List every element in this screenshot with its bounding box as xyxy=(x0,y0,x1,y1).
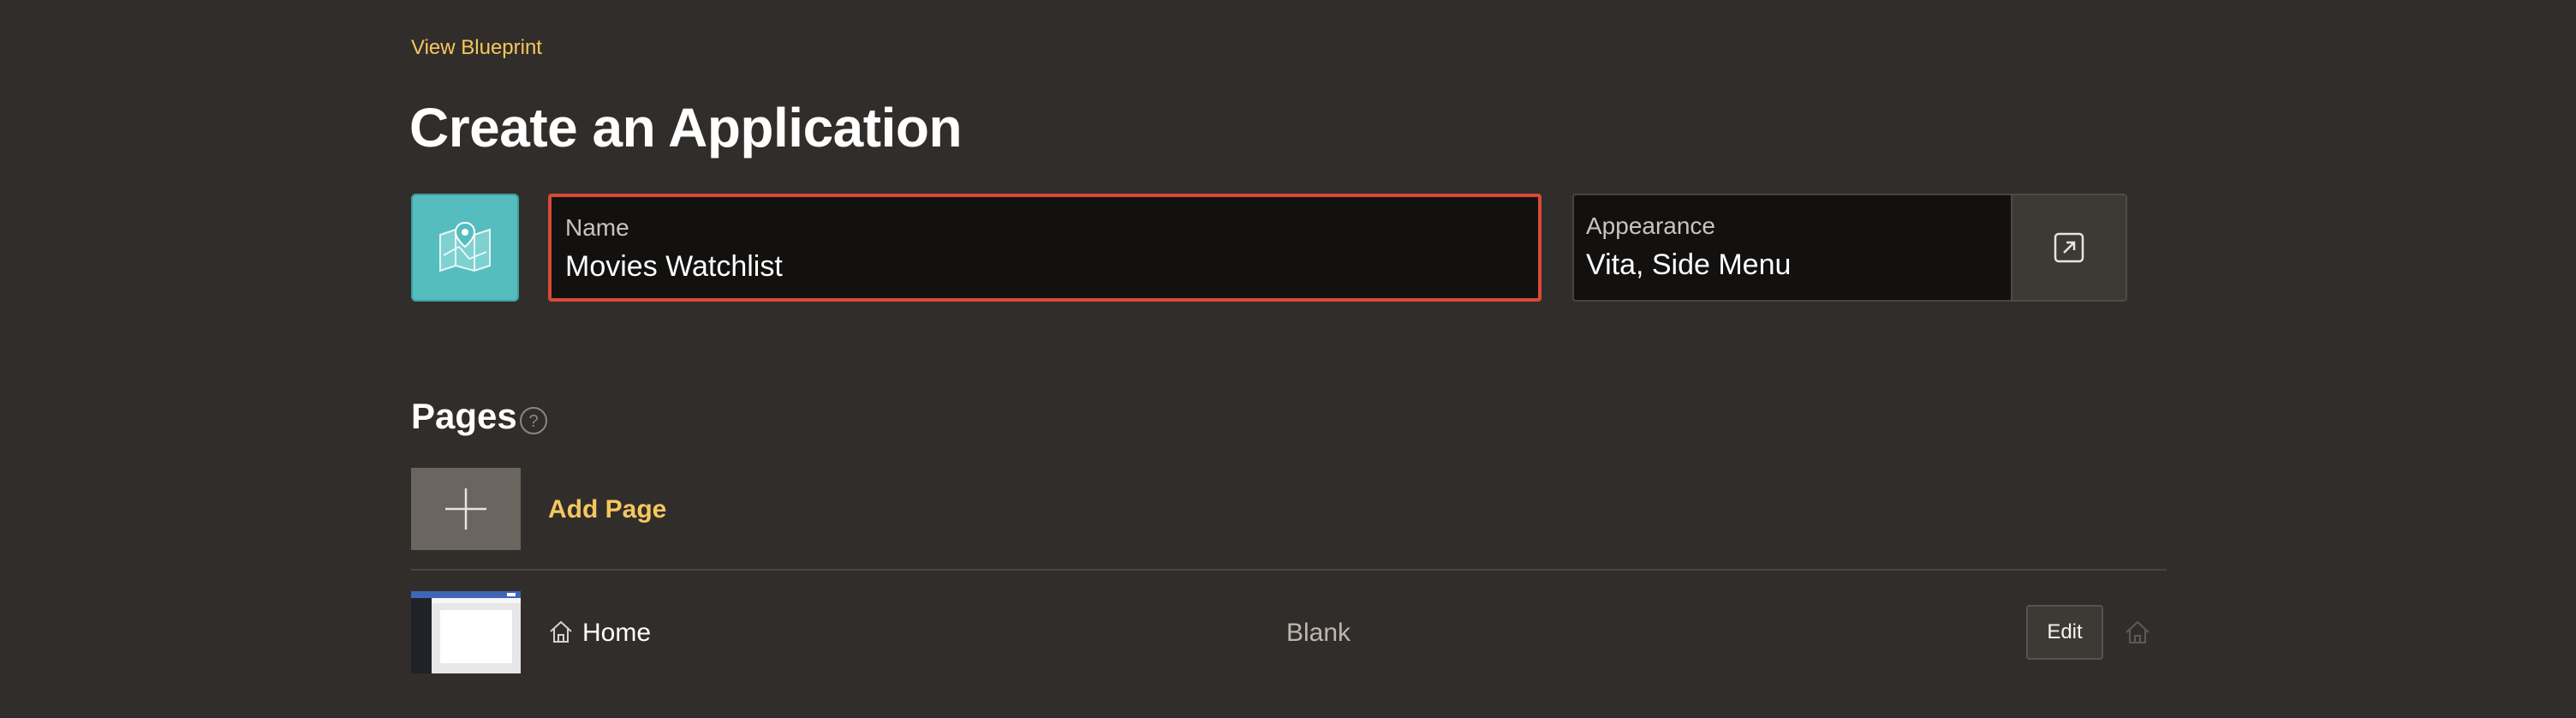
set-appearance-button[interactable] xyxy=(2011,194,2127,302)
set-home-page-icon[interactable] xyxy=(2124,619,2151,646)
page-name[interactable]: Home xyxy=(582,619,651,648)
app-name-input[interactable] xyxy=(565,250,1507,284)
create-application-page: View Blueprint Create an Application Nam… xyxy=(0,0,2576,718)
external-link-icon xyxy=(2054,232,2084,263)
app-name-label: Name xyxy=(565,214,629,241)
page-thumbnail[interactable] xyxy=(411,591,521,673)
pages-section-title: Pages xyxy=(411,396,517,436)
page-title: Create an Application xyxy=(409,97,963,159)
appearance-field[interactable]: Appearance Vita, Side Menu xyxy=(1572,194,2011,302)
svg-text:?: ? xyxy=(528,412,538,431)
edit-page-button[interactable]: Edit xyxy=(2026,605,2103,660)
help-icon[interactable]: ? xyxy=(519,406,548,435)
plus-icon xyxy=(445,488,486,530)
pages-divider xyxy=(411,569,2167,571)
add-page-tile[interactable] xyxy=(411,468,521,550)
view-blueprint-link[interactable]: View Blueprint xyxy=(411,36,542,60)
page-layout-thumbnail xyxy=(411,591,521,673)
home-icon xyxy=(550,620,572,643)
app-icon-picker[interactable] xyxy=(411,194,519,302)
add-page-link[interactable]: Add Page xyxy=(548,495,666,524)
app-name-field[interactable]: Name xyxy=(548,194,1541,302)
appearance-label: Appearance xyxy=(1586,212,1716,239)
map-pin-icon xyxy=(439,221,491,272)
page-type: Blank xyxy=(1286,619,1351,647)
